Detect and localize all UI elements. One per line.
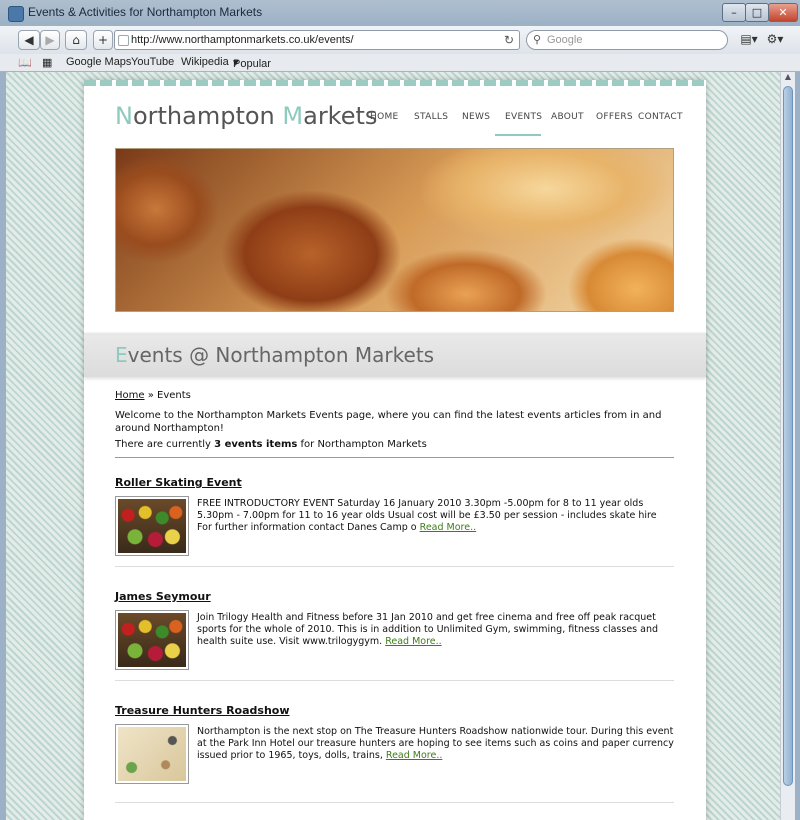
bookmarks-bar: 📖 ▦ Google Maps YouTube Wikipedia Popula… [0,54,800,72]
bookmark-google-maps[interactable]: Google Maps [66,56,131,68]
breadcrumb: Home » Events [115,390,191,401]
fruit-stall-image [118,613,186,667]
nav-active-indicator [495,134,541,136]
home-icon: ⌂ [72,33,80,47]
page-menu-icon: ▤▾ [740,32,758,46]
window-titlebar: Events & Activities for Northampton Mark… [0,0,800,27]
nav-news[interactable]: NEWS [462,112,490,122]
nav-stalls[interactable]: STALLS [414,112,448,122]
event-summary: Join Trilogy Health and Fitness before 3… [197,612,674,648]
top-sites-icon[interactable]: ▦ [42,56,52,69]
close-button[interactable]: ✕ [768,3,798,22]
page-viewport: Northampton Markets HOME STALLS NEWS EVE… [6,72,780,820]
event-thumbnail[interactable] [115,496,189,556]
decorative-top-strip [84,80,706,86]
page-menu-button[interactable]: ▤▾ [738,30,760,50]
settings-button[interactable]: ⚙▾ [762,30,788,50]
event-title-link[interactable]: Treasure Hunters Roadshow [115,704,290,717]
vertical-scrollbar[interactable]: ▲ [780,72,795,820]
nav-home[interactable]: HOME [370,112,399,122]
bookmark-youtube[interactable]: YouTube [131,56,174,68]
window-title: Events & Activities for Northampton Mark… [28,5,263,19]
gear-icon: ⚙▾ [766,32,784,46]
logo-initial-n: N [115,102,133,130]
event-title-link[interactable]: James Seymour [115,590,211,603]
breadcrumb-home-link[interactable]: Home [115,390,145,401]
forward-button[interactable]: ▶ [40,30,60,50]
breadcrumb-current: Events [157,390,191,401]
nav-contact[interactable]: CONTACT [638,112,683,122]
count-prefix: There are currently [115,439,215,450]
app-icon [8,6,24,22]
address-bar[interactable]: http://www.northamptonmarkets.co.uk/even… [114,30,520,50]
search-icon: ⚲ [533,34,542,46]
forward-arrow-icon: ▶ [45,33,55,47]
logo-text-2: arkets [303,102,378,130]
plus-icon: + [97,33,109,47]
page-title: Events @ Northampton Markets [115,343,434,367]
event-title-link[interactable]: Roller Skating Event [115,476,242,489]
logo-initial-m: M [282,102,304,130]
site-container: Northampton Markets HOME STALLS NEWS EVE… [84,80,706,820]
reading-list-icon[interactable]: 📖 [18,56,32,69]
intro-text: Welcome to the Northampton Markets Event… [115,410,662,434]
scrollbar-thumb[interactable] [783,86,793,786]
nav-events[interactable]: EVENTS [505,112,542,122]
address-url: http://www.northamptonmarkets.co.uk/even… [131,34,354,46]
bookmark-wikipedia[interactable]: Wikipedia [181,56,229,68]
read-more-link[interactable]: Read More.. [386,750,442,761]
page-icon [118,35,129,46]
home-button[interactable]: ⌂ [65,30,87,50]
item-separator [115,566,674,567]
nav-offers[interactable]: OFFERS [596,112,633,122]
add-bookmark-button[interactable]: + [93,30,113,50]
item-separator [115,680,674,681]
bookmark-popular-label: Popular [233,58,271,70]
read-more-link[interactable]: Read More.. [420,522,476,533]
nav-about[interactable]: ABOUT [551,112,584,122]
reload-icon[interactable]: ↻ [504,31,514,49]
count-bold: 3 events items [214,439,298,450]
event-thumbnail[interactable] [115,724,189,784]
event-summary: FREE INTRODUCTORY EVENT Saturday 16 Janu… [197,498,674,534]
event-thumbnail[interactable] [115,610,189,670]
page-title-initial: E [115,343,128,367]
content-divider [115,457,674,458]
back-arrow-icon: ◀ [24,33,34,47]
search-placeholder: Google [547,34,583,46]
item-separator [115,802,674,803]
read-more-link[interactable]: Read More.. [385,636,441,647]
search-input[interactable]: ⚲ Google [526,30,728,50]
bookmark-popular[interactable]: Popular ▾ [233,56,271,70]
page-title-text: vents @ Northampton Markets [127,343,435,367]
fruit-stall-image [118,499,186,553]
site-logo[interactable]: Northampton Markets [115,102,377,130]
events-count: There are currently 3 events items for N… [115,439,427,450]
back-button[interactable]: ◀ [18,30,40,50]
page-title-bar: Events @ Northampton Markets [84,332,706,377]
logo-text-1: orthampton [132,102,283,130]
scroll-up-icon[interactable]: ▲ [781,72,795,84]
maximize-button[interactable]: □ [745,3,769,22]
event-summary: Northampton is the next stop on The Trea… [197,726,674,762]
breadcrumb-separator: » [144,390,158,401]
header-banner-image [115,148,674,312]
treasure-map-image [118,727,186,781]
minimize-button[interactable]: – [722,3,746,22]
count-suffix: for Northampton Markets [297,439,427,450]
